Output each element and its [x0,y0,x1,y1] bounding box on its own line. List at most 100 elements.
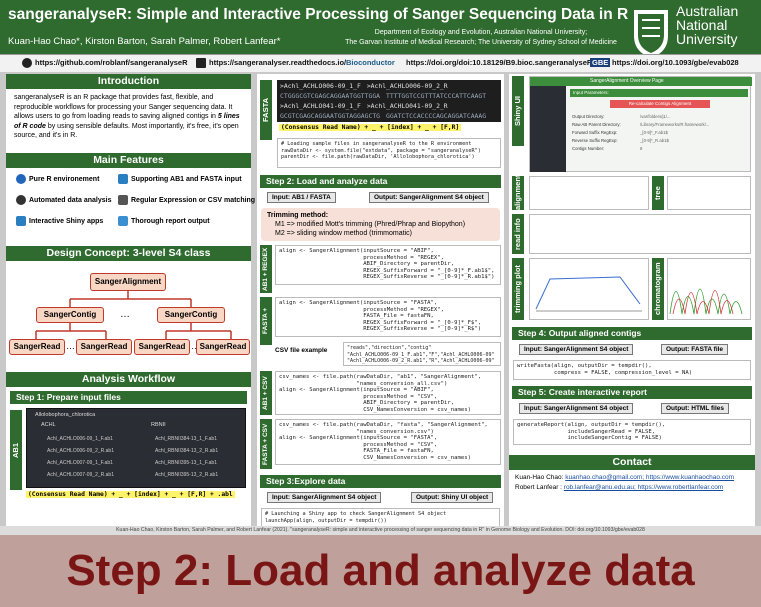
alignment-screenshot [529,176,649,210]
trimming-plot-screenshot [529,258,649,320]
param-value: _[0-9]*_F.ab1$ [640,130,668,135]
docs-link[interactable]: https://sangeranalyser.readthedocs.io/ [196,58,347,69]
github-link-text: https://github.com/roblanf/sangeranalyse… [35,58,188,67]
file-item[interactable]: Achl_ACHLO006-09_1_F.ab1 [47,433,114,445]
bioconductor-logo: Bioconductor [346,58,395,67]
seq-name: >Achl_ACHLO041-09_2_R [366,102,448,110]
ab1-files-panel: AB1 Allolobophora_chlorotica ACHL RBNII … [6,404,251,504]
tree-label: tree [652,176,664,210]
seq-name: >Achl_ACHLO006-09_2_R [366,82,448,90]
param-values: /var/folders/j1/... /Library/Frameworks/… [640,113,709,153]
shiny-sidebar [530,86,566,172]
trimming-title: Trimming method: [267,212,329,219]
step2-code-panel: AB1 + REGEX align <- SangerAlignment(inp… [257,245,504,475]
feature-item: Interactive Shiny apps [16,216,103,226]
github-link[interactable]: https://github.com/roblanf/sangeranalyse… [22,58,188,69]
file-item[interactable]: Achl_ACHLO007-09_1_F.ab1 [47,457,114,469]
contact-links[interactable]: kuanhao.chao@gmail.com; https://www.kuan… [565,474,734,481]
file-item[interactable]: Achl_RBNII395-13_2_R.ab1 [155,469,218,481]
param-value: _[0-9]*_R.ab1$ [640,138,669,143]
feature-label: Interactive Shiny apps [29,217,104,225]
fasta-naming-pattern: (Consensus Read Name) + _ + [index] + _ … [279,124,462,131]
folder-name: Allolobophora_chlorotica [35,412,96,418]
contact-heading: Contact [509,455,755,470]
feature-label: Thorough report output [131,217,210,225]
sanger-read-node: SangerRead [134,339,190,355]
r-logo-icon [16,174,26,184]
fasta-row: >Achl_ACHLO006-09_1_F >Achl_ACHLO006-09_2… [280,81,498,91]
chromatogram-screenshot [667,258,751,320]
csv-example-label: CSV file example [275,347,328,354]
docs-link-text: https://sangeranalyser.readthedocs.io/ [209,58,347,67]
tree-screenshot [667,176,751,210]
step2-heading: Step 2: Load and analyze data [260,175,501,188]
step5-input: Input: SangerAlignment S4 object [519,403,634,414]
chart-icon [118,174,128,184]
param-label: Raw AB Parent Directory: [572,122,621,127]
ab1-csv-code: csv_names <- file.path(rawDataDir, "ab1"… [275,371,501,415]
param-label: Contigs Number: [572,146,605,151]
feature-label: Automated data analysis [29,196,112,204]
links-bar: https://github.com/roblanf/sangeranalyse… [0,54,761,72]
contact-info: Kuan-Hao Chao: kuanhao.chao@gmail.com; h… [509,470,755,496]
file-item[interactable]: Achl_ACHLO006-09_2_R.ab1 [47,445,114,457]
share-icon [118,195,128,205]
step2-output: Output: SangerAlignment S4 object [369,192,489,203]
step1-heading: Step 1: Prepare input files [10,391,247,404]
anu-crest-icon [634,10,668,58]
feature-label: Pure R environement [29,175,100,183]
gbe-logo: GBE [590,58,611,67]
step5-heading: Step 5: Create interactive report [512,386,752,399]
feature-item: Pure R environement [16,174,99,184]
contact-links[interactable]: rob.lanfear@anu.edu.au; https://www.robe… [564,484,723,491]
param-label: Reverse Suffix RegExp: [572,138,618,143]
shiny-ui-label: Shiny UI [512,76,524,146]
citation-footer: Kuan-Hao Chao, Kirston Barton, Sarah Pal… [0,526,761,535]
file-item[interactable]: Achl_ACHLO007-09_2_R.ab1 [47,469,114,481]
middle-column: FASTA >Achl_ACHLO006-09_1_F >Achl_ACHLO00… [257,74,504,528]
seq-name: >Achl_ACHLO006-09_1_F [280,82,361,90]
university-name-line: National [676,17,728,33]
file-item[interactable]: Achl_RBNII395-13_1_F.ab1 [155,457,218,469]
ab1-regex-code: align <- SangerAlignment(inputSource = "… [275,245,501,285]
features-list: Pure R environement Supporting AB1 and F… [6,168,255,246]
file-item[interactable]: Achl_RBNII384-13_1_F.ab1 [155,433,218,445]
intro-text-part: sangeranalyseR is an R package that prov… [14,94,233,120]
class-diagram: SangerAlignment SangerContig … SangerCon… [6,261,251,366]
step3-heading: Step 3:Explore data [260,475,501,488]
trimming-m2: M2 => sliding window method (trimmomatic… [275,230,412,237]
step3-code: # Launching a Shiny app to check SangerA… [261,508,500,528]
recalculate-button[interactable]: Re-calculate Contigs Alignment [610,100,710,108]
affiliation-line: The Garvan Institute of Medical Research… [345,39,617,46]
step5-output: Output: HTML files [661,403,730,414]
shiny-screens: Shiny UI SangerAlignment Overview Page I… [509,74,755,324]
ab1-regex-label: AB1 + REGEX [260,245,272,293]
chromatogram-label: chromatogram [652,258,664,320]
param-labels: Output Directory: Raw AB Parent Director… [572,113,621,153]
seq-text: GCGTCGAGCAGGAATGGTAGGAGCTG [280,112,381,120]
contact-name: Kuan-Hao Chao: [515,474,566,481]
docs-icon [196,58,206,69]
feature-label: Supporting AB1 and FASTA input [131,175,242,183]
seq-name: >Achl_ACHLO041-09_1_F [280,102,361,110]
file-item[interactable]: Achl_RBNII384-13_2_R.ab1 [155,445,218,457]
shiny-app-title: SangerAlignment Overview Page [530,77,752,86]
step4-input: Input: SangerAlignment S4 object [519,344,634,355]
intro-text-part: by using sensible defaults. Most importa… [14,122,239,140]
sanger-contig-node: SangerContig [36,307,104,323]
gbe-link[interactable]: https://doi.org/10.1093/gbe/evab028 [612,58,739,67]
university-name: Australian National University [676,4,738,46]
step4-heading: Step 4: Output aligned contigs [512,327,752,340]
param-value: 8 [640,146,643,151]
step2-input: Input: AB1 / FASTA [267,192,336,203]
trimming-plot-label: trimming plot [512,258,524,320]
shiny-app-screenshot: SangerAlignment Overview Page Input Para… [529,76,752,172]
sanger-alignment-node: SangerAlignment [90,273,166,291]
right-column: Shiny UI SangerAlignment Overview Page I… [509,74,755,526]
bioconductor-link[interactable]: https://doi.org/doi:10.18129/B9.bioc.san… [406,58,592,67]
fasta-row: CTGGGCGTCGAGCAGGAATGGTTGGA TTTTGGTCCGTTTA… [280,91,498,101]
step4-io: Input: SangerAlignment S4 object Output:… [509,340,755,360]
step3-output: Output: Shiny UI object [411,492,494,503]
trimming-m1: M1 => modified Mott's trimming (Phred/Ph… [275,221,466,228]
feature-item: Supporting AB1 and FASTA input [118,174,242,184]
